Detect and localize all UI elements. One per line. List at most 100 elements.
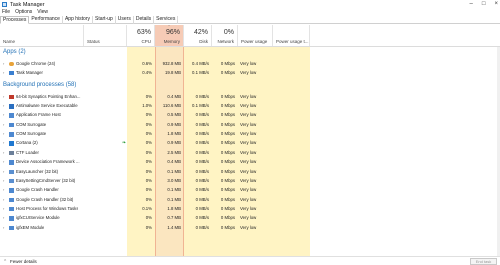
expand-chevron-icon[interactable]: › xyxy=(3,205,4,214)
expand-chevron-icon[interactable]: › xyxy=(3,102,4,111)
footer-bar: ⌃ Fewer details End task xyxy=(0,256,500,265)
process-row[interactable]: › igfxEM Module 0% 1.4 MB 0 MB/s 0 Mbps Very l… xyxy=(0,224,500,232)
disk-cell: 0 MB/s xyxy=(195,140,209,146)
disk-cell: 0.4 MB/s xyxy=(192,60,209,66)
app-icon xyxy=(9,169,14,174)
memory-cell: 0.9 MB xyxy=(167,121,181,127)
column-header-network[interactable]: 0% Network xyxy=(212,25,238,46)
chrome-icon xyxy=(9,61,14,66)
power-usage-cell: Very low xyxy=(240,177,257,183)
column-header-cpu[interactable]: 63% CPU xyxy=(127,25,155,46)
column-header-disk[interactable]: 42% Disk xyxy=(184,25,212,46)
column-header-power-usage[interactable]: Power usage xyxy=(238,25,273,46)
fewer-details-link[interactable]: Fewer details xyxy=(10,259,37,264)
process-name: Google Crash Handler (32 bit) xyxy=(16,196,74,202)
menu-view[interactable]: View xyxy=(37,9,48,16)
memory-cell: 19.8 MB xyxy=(164,69,181,75)
cpu-cell: 0.1% xyxy=(142,205,152,211)
shield-icon xyxy=(9,104,14,109)
window-title: Task Manager xyxy=(10,1,45,8)
menu-bar: File Options View xyxy=(0,9,500,16)
process-row[interactable]: › 64-bit Synaptics Pointing Enhan... 0% 0.4… xyxy=(0,93,500,101)
process-row[interactable]: › igfxCUIService Module 0% 0.7 MB 0 MB/s 0 Mb… xyxy=(0,214,500,222)
network-cell: 0 Mbps xyxy=(220,196,235,202)
expand-chevron-icon[interactable]: › xyxy=(3,168,4,177)
network-cell: 0 Mbps xyxy=(220,140,235,146)
disk-cell: 0 MB/s xyxy=(195,121,209,127)
end-task-button[interactable]: End task xyxy=(470,258,497,265)
process-row[interactable]: › COM Surrogate 0% 0.9 MB 0 MB/s 0 Mbps Very l… xyxy=(0,121,500,129)
process-row[interactable]: › CTF Loader 0% 2.5 MB 0 MB/s 0 Mbps Very low xyxy=(0,149,500,157)
network-cell: 0 Mbps xyxy=(220,177,235,183)
tab-details[interactable]: Details xyxy=(134,16,155,24)
power-usage-cell: Very low xyxy=(240,103,257,109)
process-row[interactable]: › Application Frame Host 0% 0.5 MB 0 MB/s 0 M… xyxy=(0,111,500,119)
power-usage-cell: Very low xyxy=(240,69,257,75)
expand-chevron-icon[interactable]: › xyxy=(3,69,4,78)
expand-chevron-icon[interactable]: › xyxy=(3,130,4,139)
cpu-cell: 0% xyxy=(145,196,152,202)
tab-app-history[interactable]: App history xyxy=(63,16,93,24)
memory-cell: 932.8 MB xyxy=(162,60,181,66)
expand-chevron-icon[interactable]: › xyxy=(3,93,4,102)
process-name: Host Process for Windows Tasks xyxy=(16,205,79,211)
process-row[interactable]: › Host Process for Windows Tasks 0.1% 1.8 M… xyxy=(0,205,500,213)
process-row[interactable]: › Task Manager 0.4% 19.8 MB 0.1 MB/s 0 Mbps Ve… xyxy=(0,69,500,77)
process-row[interactable]: › EasyLauncher (32 bit) 0% 0.1 MB 0 MB/s 0 Mb… xyxy=(0,168,500,176)
minimize-icon[interactable]: – xyxy=(470,1,473,7)
expand-chevron-icon[interactable]: › xyxy=(3,177,4,186)
process-row[interactable]: › Device Association Framework ... 0% 0.4 M… xyxy=(0,158,500,166)
expand-chevron-icon[interactable]: › xyxy=(3,139,4,148)
expand-chevron-icon[interactable]: › xyxy=(3,186,4,195)
maximize-icon[interactable]: □ xyxy=(482,1,486,7)
suspended-leaf-icon: ❧ xyxy=(122,140,127,147)
close-icon[interactable]: × xyxy=(494,1,498,7)
process-row[interactable]: › COM Surrogate 0% 1.8 MB 0 MB/s 0 Mbps Very l… xyxy=(0,130,500,138)
memory-cell: 0.7 MB xyxy=(167,215,181,221)
network-cell: 0 Mbps xyxy=(220,187,235,193)
process-row[interactable]: › Antimalware Service Executable 1.0% 110.6… xyxy=(0,102,500,110)
power-usage-cell: Very low xyxy=(240,224,257,230)
disk-total: 42% xyxy=(193,29,208,36)
column-header-status[interactable]: Status xyxy=(84,25,127,46)
network-cell: 0 Mbps xyxy=(220,121,235,127)
tab-users[interactable]: Users xyxy=(116,16,134,24)
tab-performance[interactable]: Performance xyxy=(29,16,63,24)
memory-cell: 1.8 MB xyxy=(167,205,181,211)
chevron-up-icon[interactable]: ⌃ xyxy=(3,259,7,265)
process-row[interactable]: › Google Crash Handler (32 bit) 0% 0.1 MB 0 … xyxy=(0,196,500,204)
memory-cell: 0.1 MB xyxy=(167,187,181,193)
memory-cell: 0.1 MB xyxy=(167,196,181,202)
expand-chevron-icon[interactable]: › xyxy=(3,111,4,120)
tab-services[interactable]: Services xyxy=(154,16,179,24)
power-usage-cell: Very low xyxy=(240,93,257,99)
expand-chevron-icon[interactable]: › xyxy=(3,149,4,158)
expand-chevron-icon[interactable]: › xyxy=(3,224,4,233)
power-usage-cell: Very low xyxy=(240,205,257,211)
tab-startup[interactable]: Start-up xyxy=(93,16,116,24)
process-row[interactable]: › EasySettingCmdServer (32 bit) 0% 3.0 MB 0 … xyxy=(0,177,500,185)
power-usage-cell: Very low xyxy=(240,112,257,118)
menu-file[interactable]: File xyxy=(2,9,10,16)
power-usage-cell: Very low xyxy=(240,60,257,66)
cortana-icon xyxy=(9,141,14,146)
process-row[interactable]: › Cortana (2) ❧ 0% 0.9 MB 0 MB/s 0 Mbps Very lo… xyxy=(0,139,500,147)
process-row[interactable]: › Google Crash Handler 0% 0.1 MB 0 MB/s 0 Mbp… xyxy=(0,186,500,194)
process-row[interactable]: › Google Chrome (24) 0.6% 932.8 MB 0.4 MB/s 0… xyxy=(0,60,500,68)
process-name: igfxCUIService Module xyxy=(16,215,60,221)
disk-cell: 0 MB/s xyxy=(195,196,209,202)
column-header-power-trend[interactable]: Power usage t... xyxy=(273,25,310,46)
tab-processes[interactable]: Processes xyxy=(0,16,30,24)
expand-chevron-icon[interactable]: › xyxy=(3,196,4,205)
disk-cell: 0 MB/s xyxy=(195,187,209,193)
network-cell: 0 Mbps xyxy=(220,60,235,66)
column-header-name[interactable]: Name xyxy=(0,25,84,46)
cpu-cell: 0% xyxy=(145,159,152,165)
expand-chevron-icon[interactable]: › xyxy=(3,121,4,130)
window-icon xyxy=(9,188,14,193)
expand-chevron-icon[interactable]: › xyxy=(3,158,4,167)
column-header-memory[interactable]: ⌃ 96% Memory xyxy=(155,24,184,46)
expand-chevron-icon[interactable]: › xyxy=(3,60,4,69)
menu-options[interactable]: Options xyxy=(15,9,32,16)
expand-chevron-icon[interactable]: › xyxy=(3,214,4,223)
